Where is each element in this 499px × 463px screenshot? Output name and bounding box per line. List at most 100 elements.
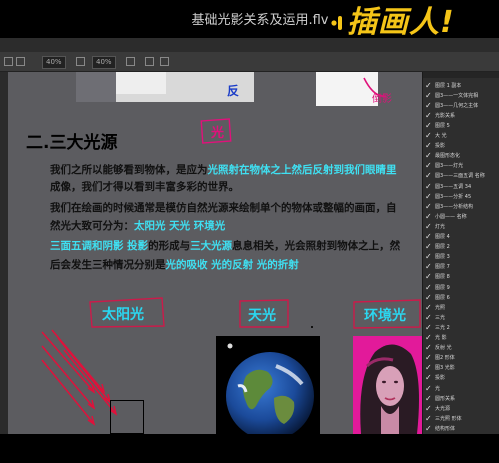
layer-row[interactable]: ✓ 图3 光影 — [425, 363, 498, 373]
earth-globe-icon — [226, 343, 314, 434]
visibility-check-icon[interactable]: ✓ — [425, 343, 432, 352]
layer-row[interactable]: ✓ 小圆—— 名称 — [425, 211, 498, 221]
visibility-check-icon[interactable]: ✓ — [425, 81, 432, 90]
layer-row[interactable]: ✓ 投影 — [425, 373, 498, 383]
visibility-check-icon[interactable]: ✓ — [425, 91, 432, 100]
visibility-check-icon[interactable]: ✓ — [425, 141, 432, 150]
visibility-check-icon[interactable]: ✓ — [425, 252, 432, 261]
layer-row[interactable]: ✓ 最图形态化 — [425, 151, 498, 161]
layer-row[interactable]: ✓ 圆形关系 — [425, 393, 498, 403]
visibility-check-icon[interactable]: ✓ — [425, 303, 432, 312]
layer-name: 图3 光影 — [435, 365, 455, 372]
visibility-check-icon[interactable]: ✓ — [425, 363, 432, 372]
layers-panel[interactable]: ✓ 图层 1 副本 ✓ 圆3——一文体完相 ✓ 圆3——几何之主体 ✓ 光影关系 ✓ 图层 5 ✓ 大… — [422, 72, 499, 434]
layer-row[interactable]: ✓ 圆3——灯光 — [425, 161, 498, 171]
visibility-check-icon[interactable]: ✓ — [425, 373, 432, 382]
airbrush-icon[interactable] — [126, 57, 135, 66]
layer-name: 图2 形体 — [435, 355, 455, 362]
visibility-check-icon[interactable]: ✓ — [425, 242, 432, 251]
tools-panel[interactable] — [0, 72, 8, 434]
layer-row[interactable]: ✓ 三光 2 — [425, 322, 498, 332]
visibility-check-icon[interactable]: ✓ — [425, 111, 432, 120]
layer-row[interactable]: ✓ 图层 1 副本 — [425, 80, 498, 90]
layer-row[interactable]: ✓ 结构形体 — [425, 423, 498, 433]
layer-row[interactable]: ✓ 投影 — [425, 141, 498, 151]
visibility-check-icon[interactable]: ✓ — [425, 222, 432, 231]
layer-row[interactable]: ✓ 圆3——几何之主体 — [425, 100, 498, 110]
symmetry-icon[interactable] — [145, 57, 154, 66]
title-bar: 基础光影关系及运用.flv 插画人! — [0, 0, 499, 40]
flow-field[interactable]: 40% — [92, 56, 116, 69]
layer-row[interactable]: ✓ 圆3——分析结构 — [425, 201, 498, 211]
layer-row[interactable]: ✓ 大光源 — [425, 403, 498, 413]
visibility-check-icon[interactable]: ✓ — [425, 202, 432, 211]
layer-row[interactable]: ✓ 光照 — [425, 302, 498, 312]
portrait-figure-icon — [360, 344, 419, 434]
visibility-check-icon[interactable]: ✓ — [425, 101, 432, 110]
visibility-check-icon[interactable]: ✓ — [425, 232, 432, 241]
visibility-check-icon[interactable]: ✓ — [425, 313, 432, 322]
visibility-check-icon[interactable]: ✓ — [425, 151, 432, 160]
canvas[interactable]: 反 倒影 二.三大光源 光 我们之所以能够看到物体，是应为光照射在物体之上然后反… — [8, 72, 422, 434]
layer-row[interactable]: ✓ 三光 — [425, 312, 498, 322]
layer-row[interactable]: ✓ 图层 9 — [425, 282, 498, 292]
opacity-field[interactable]: 40% — [42, 56, 66, 69]
layer-row[interactable]: ✓ 圆3——三面五调 名称 — [425, 171, 498, 181]
visibility-check-icon[interactable]: ✓ — [425, 182, 432, 191]
layer-name: 投影 — [435, 143, 446, 150]
visibility-check-icon[interactable]: ✓ — [425, 131, 432, 140]
layer-row[interactable]: ✓ 灯光 — [425, 221, 498, 231]
layer-row[interactable]: ✓ 图层 3 — [425, 252, 498, 262]
visibility-check-icon[interactable]: ✓ — [425, 121, 432, 130]
layer-row[interactable]: ✓ 圆3——一文体完相 — [425, 90, 498, 100]
visibility-check-icon[interactable]: ✓ — [425, 293, 432, 302]
visibility-check-icon[interactable]: ✓ — [425, 394, 432, 403]
layer-name: 圆3——三面五调 名称 — [435, 173, 485, 180]
layer-row[interactable]: ✓ 大 光 — [425, 131, 498, 141]
visibility-check-icon[interactable]: ✓ — [425, 424, 432, 433]
bottom-bar — [0, 434, 499, 463]
layer-row[interactable]: ✓ 图层 2 — [425, 242, 498, 252]
cursor-icon — [311, 326, 313, 328]
layer-name: 大光源 — [435, 405, 451, 412]
section-title: 二.三大光源 — [26, 133, 118, 153]
visibility-check-icon[interactable]: ✓ — [425, 192, 432, 201]
pressure-icon[interactable] — [76, 57, 85, 66]
visibility-check-icon[interactable]: ✓ — [425, 272, 432, 281]
tool-preset-icon[interactable] — [4, 57, 13, 66]
layer-row[interactable]: ✓ 图层 7 — [425, 262, 498, 272]
layer-row[interactable]: ✓ 光 影 — [425, 333, 498, 343]
visibility-check-icon[interactable]: ✓ — [425, 333, 432, 342]
layer-row[interactable]: ✓ 图2 形体 — [425, 353, 498, 363]
visibility-check-icon[interactable]: ✓ — [425, 212, 432, 221]
visibility-check-icon[interactable]: ✓ — [425, 262, 432, 271]
handwritten-char: 光 — [211, 126, 225, 141]
visibility-check-icon[interactable]: ✓ — [425, 414, 432, 423]
layer-row[interactable]: ✓ 圆3——五调 34 — [425, 181, 498, 191]
layer-row[interactable]: ✓ 圆3——分折 45 — [425, 191, 498, 201]
logo-mark-icon — [331, 16, 342, 30]
layer-name: 图层 6 — [435, 294, 450, 301]
layer-row[interactable]: ✓ 反射 光 — [425, 343, 498, 353]
visibility-check-icon[interactable]: ✓ — [425, 171, 432, 180]
visibility-check-icon[interactable]: ✓ — [425, 283, 432, 292]
visibility-check-icon[interactable]: ✓ — [425, 161, 432, 170]
visibility-check-icon[interactable]: ✓ — [425, 404, 432, 413]
layer-row[interactable]: ✓ 图层 6 — [425, 292, 498, 302]
settings-icon[interactable] — [160, 57, 169, 66]
layer-row[interactable]: ✓ 三光照 形体 — [425, 413, 498, 423]
layer-row[interactable]: ✓ 光影关系 — [425, 110, 498, 120]
layer-row[interactable]: ✓ 图层 8 — [425, 272, 498, 282]
layer-name: 图层 2 — [435, 244, 450, 251]
layer-name: 投影 — [435, 375, 446, 382]
visibility-check-icon[interactable]: ✓ — [425, 384, 432, 393]
layer-row[interactable]: ✓ 图层 4 — [425, 232, 498, 242]
visibility-check-icon[interactable]: ✓ — [425, 353, 432, 362]
layer-row[interactable]: ✓ 图层 5 — [425, 120, 498, 130]
label-sunlight: 太阳光 — [102, 307, 144, 323]
visibility-check-icon[interactable]: ✓ — [425, 323, 432, 332]
brush-icon[interactable] — [16, 57, 25, 66]
layer-row[interactable]: ✓ 光 — [425, 383, 498, 393]
portrait-image — [353, 336, 422, 434]
layer-name: 三光照 形体 — [435, 415, 462, 422]
